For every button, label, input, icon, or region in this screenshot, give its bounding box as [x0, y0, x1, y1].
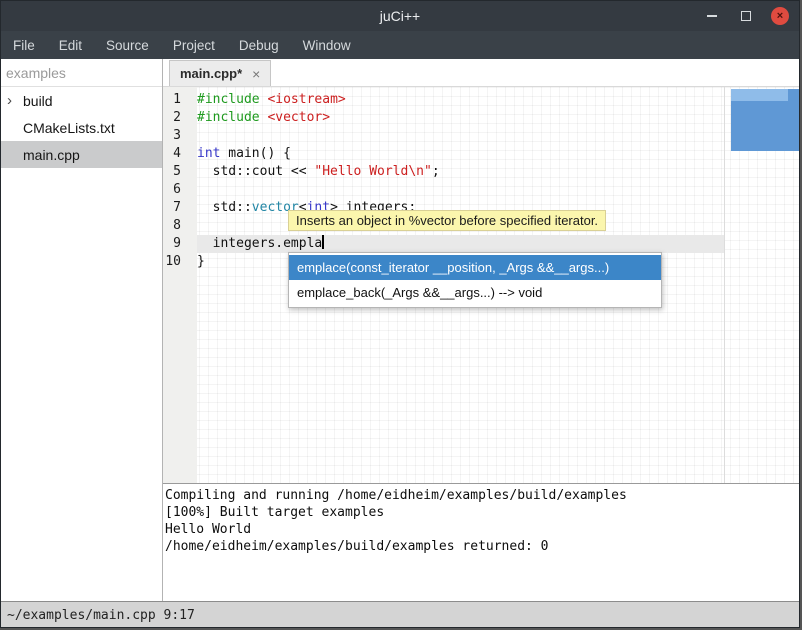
- code-line[interactable]: 3: [163, 127, 800, 145]
- menu-item-debug[interactable]: Debug: [227, 31, 291, 59]
- sidebar-item-build[interactable]: ›build: [1, 87, 162, 114]
- output-line: Hello World: [165, 521, 799, 538]
- menu-item-window[interactable]: Window: [291, 31, 363, 59]
- completion-item[interactable]: emplace_back(_Args &&__args...) --> void: [289, 280, 661, 305]
- close-button[interactable]: ×: [771, 7, 789, 25]
- line-number: 8: [163, 217, 189, 235]
- scroll-overview-band: [731, 89, 788, 101]
- sidebar-header: examples: [1, 59, 162, 87]
- sidebar-item-main-cpp[interactable]: main.cpp: [1, 141, 162, 168]
- window-controls: ×: [703, 1, 789, 31]
- code-text: int main() {: [189, 145, 291, 163]
- code-line[interactable]: 1#include <iostream>: [163, 91, 800, 109]
- text-cursor: [322, 235, 324, 249]
- minimize-button[interactable]: [703, 7, 721, 25]
- output-line: /home/eidheim/examples/build/examples re…: [165, 538, 799, 555]
- scroll-overview-thumb[interactable]: [731, 89, 800, 151]
- sidebar-item-cmakelists-txt[interactable]: CMakeLists.txt: [1, 114, 162, 141]
- window-title: juCi++: [380, 8, 420, 24]
- tab-main-cpp[interactable]: main.cpp* ×: [169, 60, 271, 86]
- status-bar: ~/examples/main.cpp 9:17: [1, 601, 799, 628]
- line-number: 6: [163, 181, 189, 199]
- restore-button[interactable]: [737, 7, 755, 25]
- menu-bar: FileEditSourceProjectDebugWindow: [1, 31, 799, 59]
- code-text: integers.empla: [189, 235, 324, 253]
- file-sidebar: examples ›build CMakeLists.txt main.cpp: [1, 59, 163, 601]
- tab-bar: main.cpp* ×: [163, 59, 800, 87]
- menu-item-file[interactable]: File: [1, 31, 47, 59]
- line-number: 4: [163, 145, 189, 163]
- code-line[interactable]: 2#include <vector>: [163, 109, 800, 127]
- line-number: 9: [163, 235, 189, 253]
- line-number: 5: [163, 163, 189, 181]
- menu-item-edit[interactable]: Edit: [47, 31, 94, 59]
- output-pane: Compiling and running /home/eidheim/exam…: [163, 483, 800, 601]
- code-text: [189, 127, 197, 145]
- file-tree: ›build CMakeLists.txt main.cpp: [1, 87, 162, 168]
- code-lines: 1#include <iostream>2#include <vector>34…: [163, 91, 800, 271]
- line-number: 3: [163, 127, 189, 145]
- tab-bar-tabs: main.cpp* ×: [169, 59, 271, 86]
- chevron-right-icon[interactable]: ›: [7, 93, 23, 108]
- code-text: std::cout << "Hello World\n";: [189, 163, 440, 181]
- code-line[interactable]: 9 integers.empla: [163, 235, 800, 253]
- tab-label: main.cpp*: [180, 66, 242, 81]
- sidebar-item-label: CMakeLists.txt: [23, 120, 115, 136]
- editor[interactable]: 1#include <iostream>2#include <vector>34…: [163, 87, 800, 483]
- completion-popup: emplace(const_iterator __position, _Args…: [288, 252, 662, 308]
- tab-close-icon[interactable]: ×: [252, 66, 260, 82]
- line-number: 7: [163, 199, 189, 217]
- code-text: #include <vector>: [189, 109, 330, 127]
- completion-doc-tooltip: Inserts an object in %vector before spec…: [288, 210, 606, 231]
- code-text: [189, 217, 197, 235]
- title-bar: juCi++ ×: [1, 1, 799, 31]
- code-text: #include <iostream>: [189, 91, 346, 109]
- code-text: [189, 181, 197, 199]
- menu-item-project[interactable]: Project: [161, 31, 227, 59]
- status-location: ~/examples/main.cpp 9:17: [7, 608, 195, 623]
- sidebar-item-label: main.cpp: [23, 147, 80, 163]
- code-line[interactable]: 6: [163, 181, 800, 199]
- app-window: juCi++ × FileEditSourceProjectDebugWindo…: [0, 0, 800, 628]
- code-line[interactable]: 5 std::cout << "Hello World\n";: [163, 163, 800, 181]
- menu-item-source[interactable]: Source: [94, 31, 161, 59]
- output-line: Compiling and running /home/eidheim/exam…: [165, 487, 799, 504]
- line-number: 10: [163, 253, 189, 271]
- line-number: 1: [163, 91, 189, 109]
- output-lines: Compiling and running /home/eidheim/exam…: [165, 487, 799, 555]
- code-text: }: [189, 253, 205, 271]
- code-line[interactable]: 4int main() {: [163, 145, 800, 163]
- completion-item[interactable]: emplace(const_iterator __position, _Args…: [289, 255, 661, 280]
- line-number: 2: [163, 109, 189, 127]
- sidebar-item-label: build: [23, 93, 53, 109]
- output-line: [100%] Built target examples: [165, 504, 799, 521]
